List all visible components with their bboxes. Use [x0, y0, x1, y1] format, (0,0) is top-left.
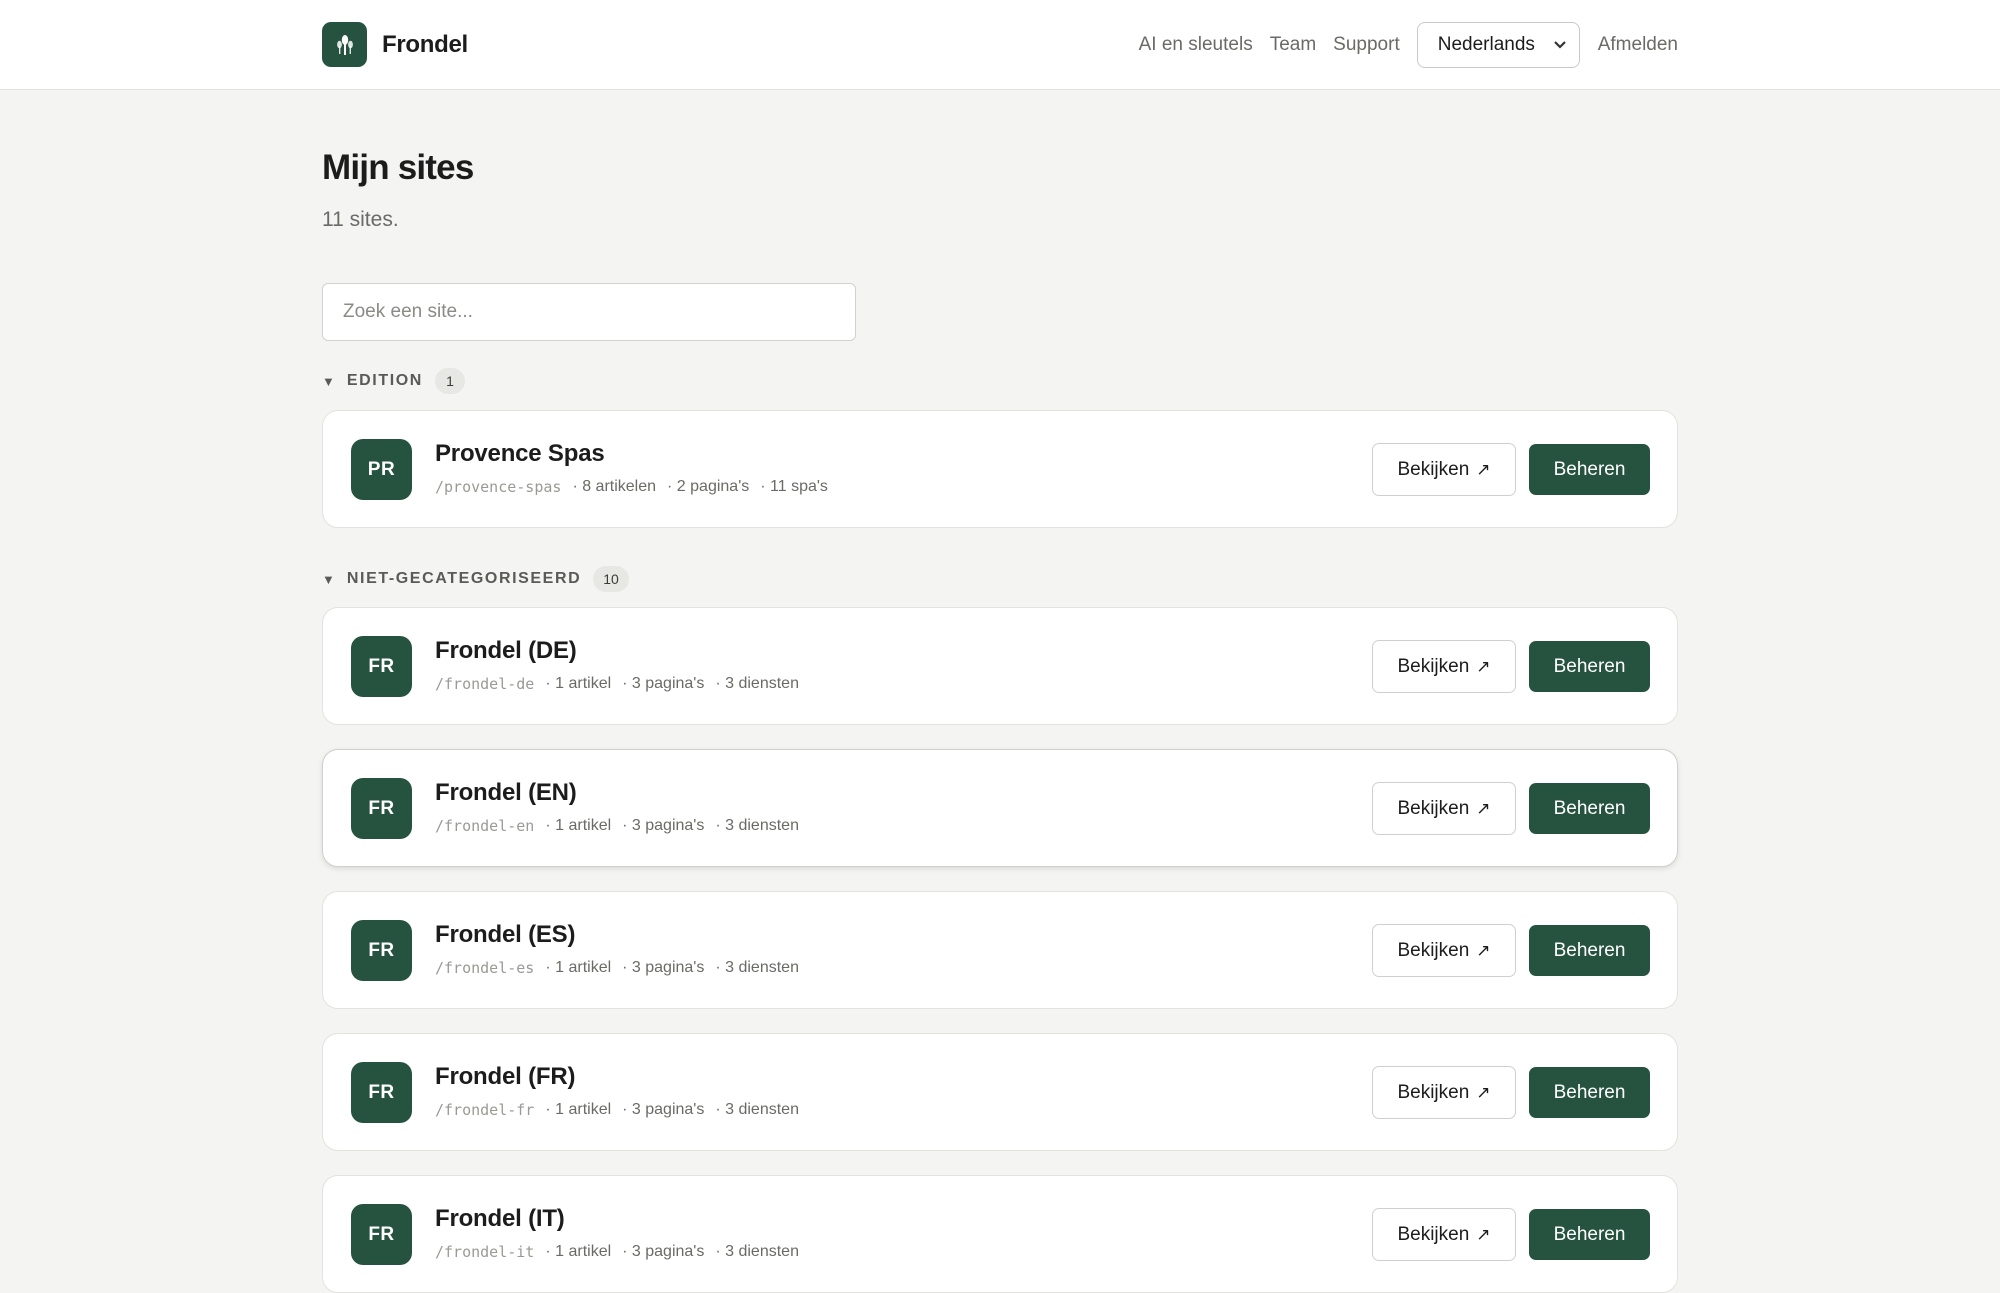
site-meta-pages: · 3 pagina's [622, 1101, 705, 1118]
group-header-uncategorized[interactable]: ▼ NIET-GECATEGORISEERD 10 [322, 565, 629, 593]
site-avatar: FR [351, 1204, 412, 1265]
site-meta-pages: · 3 pagina's [622, 1243, 705, 1260]
view-button[interactable]: Bekijken ↗ [1372, 1066, 1516, 1119]
caret-down-icon: ▼ [322, 373, 335, 389]
external-link-arrow-icon: ↗ [1476, 459, 1491, 479]
logout-link[interactable]: Afmelden [1598, 34, 1678, 56]
site-meta: /frondel-de · 1 artikel · 3 pagina's · 3… [435, 675, 799, 693]
site-slug: /frondel-de [435, 675, 535, 693]
site-name: Frondel (EN) [435, 779, 577, 806]
manage-button[interactable]: Beheren [1529, 444, 1650, 495]
view-button[interactable]: Bekijken ↗ [1372, 1208, 1516, 1261]
site-meta: /frondel-es · 1 artikel · 3 pagina's · 3… [435, 959, 799, 977]
search-input[interactable] [322, 283, 856, 341]
site-avatar: FR [351, 920, 412, 981]
external-link-arrow-icon: ↗ [1476, 1224, 1491, 1244]
group-count-badge: 1 [434, 368, 465, 394]
site-meta-articles: · 1 artikel [545, 1243, 612, 1260]
site-slug: /frondel-fr [435, 1101, 535, 1119]
site-meta-pages: · 2 pagina's [667, 478, 750, 495]
group-count-badge: 10 [593, 566, 629, 592]
manage-button[interactable]: Beheren [1529, 1209, 1650, 1260]
group-name: NIET-GECATEGORISEERD [346, 570, 582, 587]
header-nav: AI en sleutels Team Support Nederlands A… [1139, 22, 1678, 68]
external-link-arrow-icon: ↗ [1476, 940, 1491, 960]
caret-down-icon: ▼ [322, 571, 335, 587]
site-card: PR Provence Spas /provence-spas · 8 arti… [322, 410, 1678, 528]
top-navigation-bar: Frondel AI en sleutels Team Support Nede… [0, 0, 2000, 90]
external-link-arrow-icon: ↗ [1476, 798, 1491, 818]
site-avatar: FR [351, 636, 412, 697]
external-link-arrow-icon: ↗ [1476, 656, 1491, 676]
site-meta-items: · 3 diensten [715, 817, 799, 834]
manage-button[interactable]: Beheren [1529, 783, 1650, 834]
site-name: Provence Spas [435, 440, 605, 467]
site-meta: /provence-spas · 8 artikelen · 2 pagina'… [435, 478, 828, 496]
manage-button[interactable]: Beheren [1529, 925, 1650, 976]
site-card: FR Frondel (ES) /frondel-es · 1 artikel … [322, 891, 1678, 1009]
site-meta-articles: · 1 artikel [545, 959, 612, 976]
site-slug: /frondel-en [435, 817, 535, 835]
nav-link-ai-keys[interactable]: AI en sleutels [1139, 34, 1253, 56]
site-card: FR Frondel (FR) /frondel-fr · 1 artikel … [322, 1033, 1678, 1151]
view-button-label: Bekijken [1397, 655, 1470, 677]
site-slug: /provence-spas [435, 478, 562, 496]
nav-link-support[interactable]: Support [1333, 34, 1400, 56]
brand[interactable]: Frondel [322, 22, 468, 67]
site-meta-items: · 11 spa's [760, 478, 828, 495]
site-meta-pages: · 3 pagina's [622, 959, 705, 976]
language-select[interactable]: Nederlands [1416, 22, 1580, 68]
site-meta: /frondel-it · 1 artikel · 3 pagina's · 3… [435, 1243, 799, 1261]
site-avatar: FR [351, 1062, 412, 1123]
site-name: Frondel (ES) [435, 921, 576, 948]
site-meta: /frondel-fr · 1 artikel · 3 pagina's · 3… [435, 1101, 799, 1119]
manage-button[interactable]: Beheren [1529, 1067, 1650, 1118]
site-meta-pages: · 3 pagina's [622, 675, 705, 692]
site-slug: /frondel-it [435, 1243, 535, 1261]
page-title: Mijn sites [322, 148, 474, 187]
site-card: FR Frondel (EN) /frondel-en · 1 artikel … [322, 749, 1678, 867]
chevron-down-icon [1553, 37, 1567, 53]
view-button[interactable]: Bekijken ↗ [1372, 443, 1516, 496]
site-name: Frondel (DE) [435, 637, 577, 664]
view-button[interactable]: Bekijken ↗ [1372, 924, 1516, 977]
view-button-label: Bekijken [1397, 458, 1470, 480]
manage-button[interactable]: Beheren [1529, 641, 1650, 692]
group-name: EDITION [346, 372, 423, 389]
site-meta-articles: · 1 artikel [545, 675, 612, 692]
page-subtitle: 11 sites. [322, 208, 399, 231]
site-name: Frondel (IT) [435, 1205, 565, 1232]
site-card: FR Frondel (IT) /frondel-it · 1 artikel … [322, 1175, 1678, 1293]
site-slug: /frondel-es [435, 959, 535, 977]
brand-name: Frondel [382, 30, 468, 58]
site-avatar: FR [351, 778, 412, 839]
view-button-label: Bekijken [1397, 1081, 1470, 1103]
site-meta-articles: · 1 artikel [545, 1101, 612, 1118]
site-card: FR Frondel (DE) /frondel-de · 1 artikel … [322, 607, 1678, 725]
site-meta-items: · 3 diensten [715, 1101, 799, 1118]
site-name: Frondel (FR) [435, 1063, 576, 1090]
site-meta: /frondel-en · 1 artikel · 3 pagina's · 3… [435, 817, 799, 835]
site-meta-items: · 3 diensten [715, 1243, 799, 1260]
language-select-value: Nederlands [1437, 34, 1535, 55]
site-meta-articles: · 1 artikel [545, 817, 612, 834]
site-meta-articles: · 8 artikelen [572, 478, 657, 495]
site-avatar: PR [351, 439, 412, 500]
view-button-label: Bekijken [1397, 939, 1470, 961]
site-meta-items: · 3 diensten [715, 675, 799, 692]
view-button[interactable]: Bekijken ↗ [1372, 640, 1516, 693]
view-button-label: Bekijken [1397, 797, 1470, 819]
group-header-edition[interactable]: ▼ EDITION 1 [322, 367, 465, 395]
nav-link-team[interactable]: Team [1270, 34, 1316, 56]
external-link-arrow-icon: ↗ [1476, 1082, 1491, 1102]
view-button-label: Bekijken [1397, 1223, 1470, 1245]
site-meta-pages: · 3 pagina's [622, 817, 705, 834]
frondel-logo-icon [322, 22, 367, 67]
site-meta-items: · 3 diensten [715, 959, 799, 976]
view-button[interactable]: Bekijken ↗ [1372, 782, 1516, 835]
